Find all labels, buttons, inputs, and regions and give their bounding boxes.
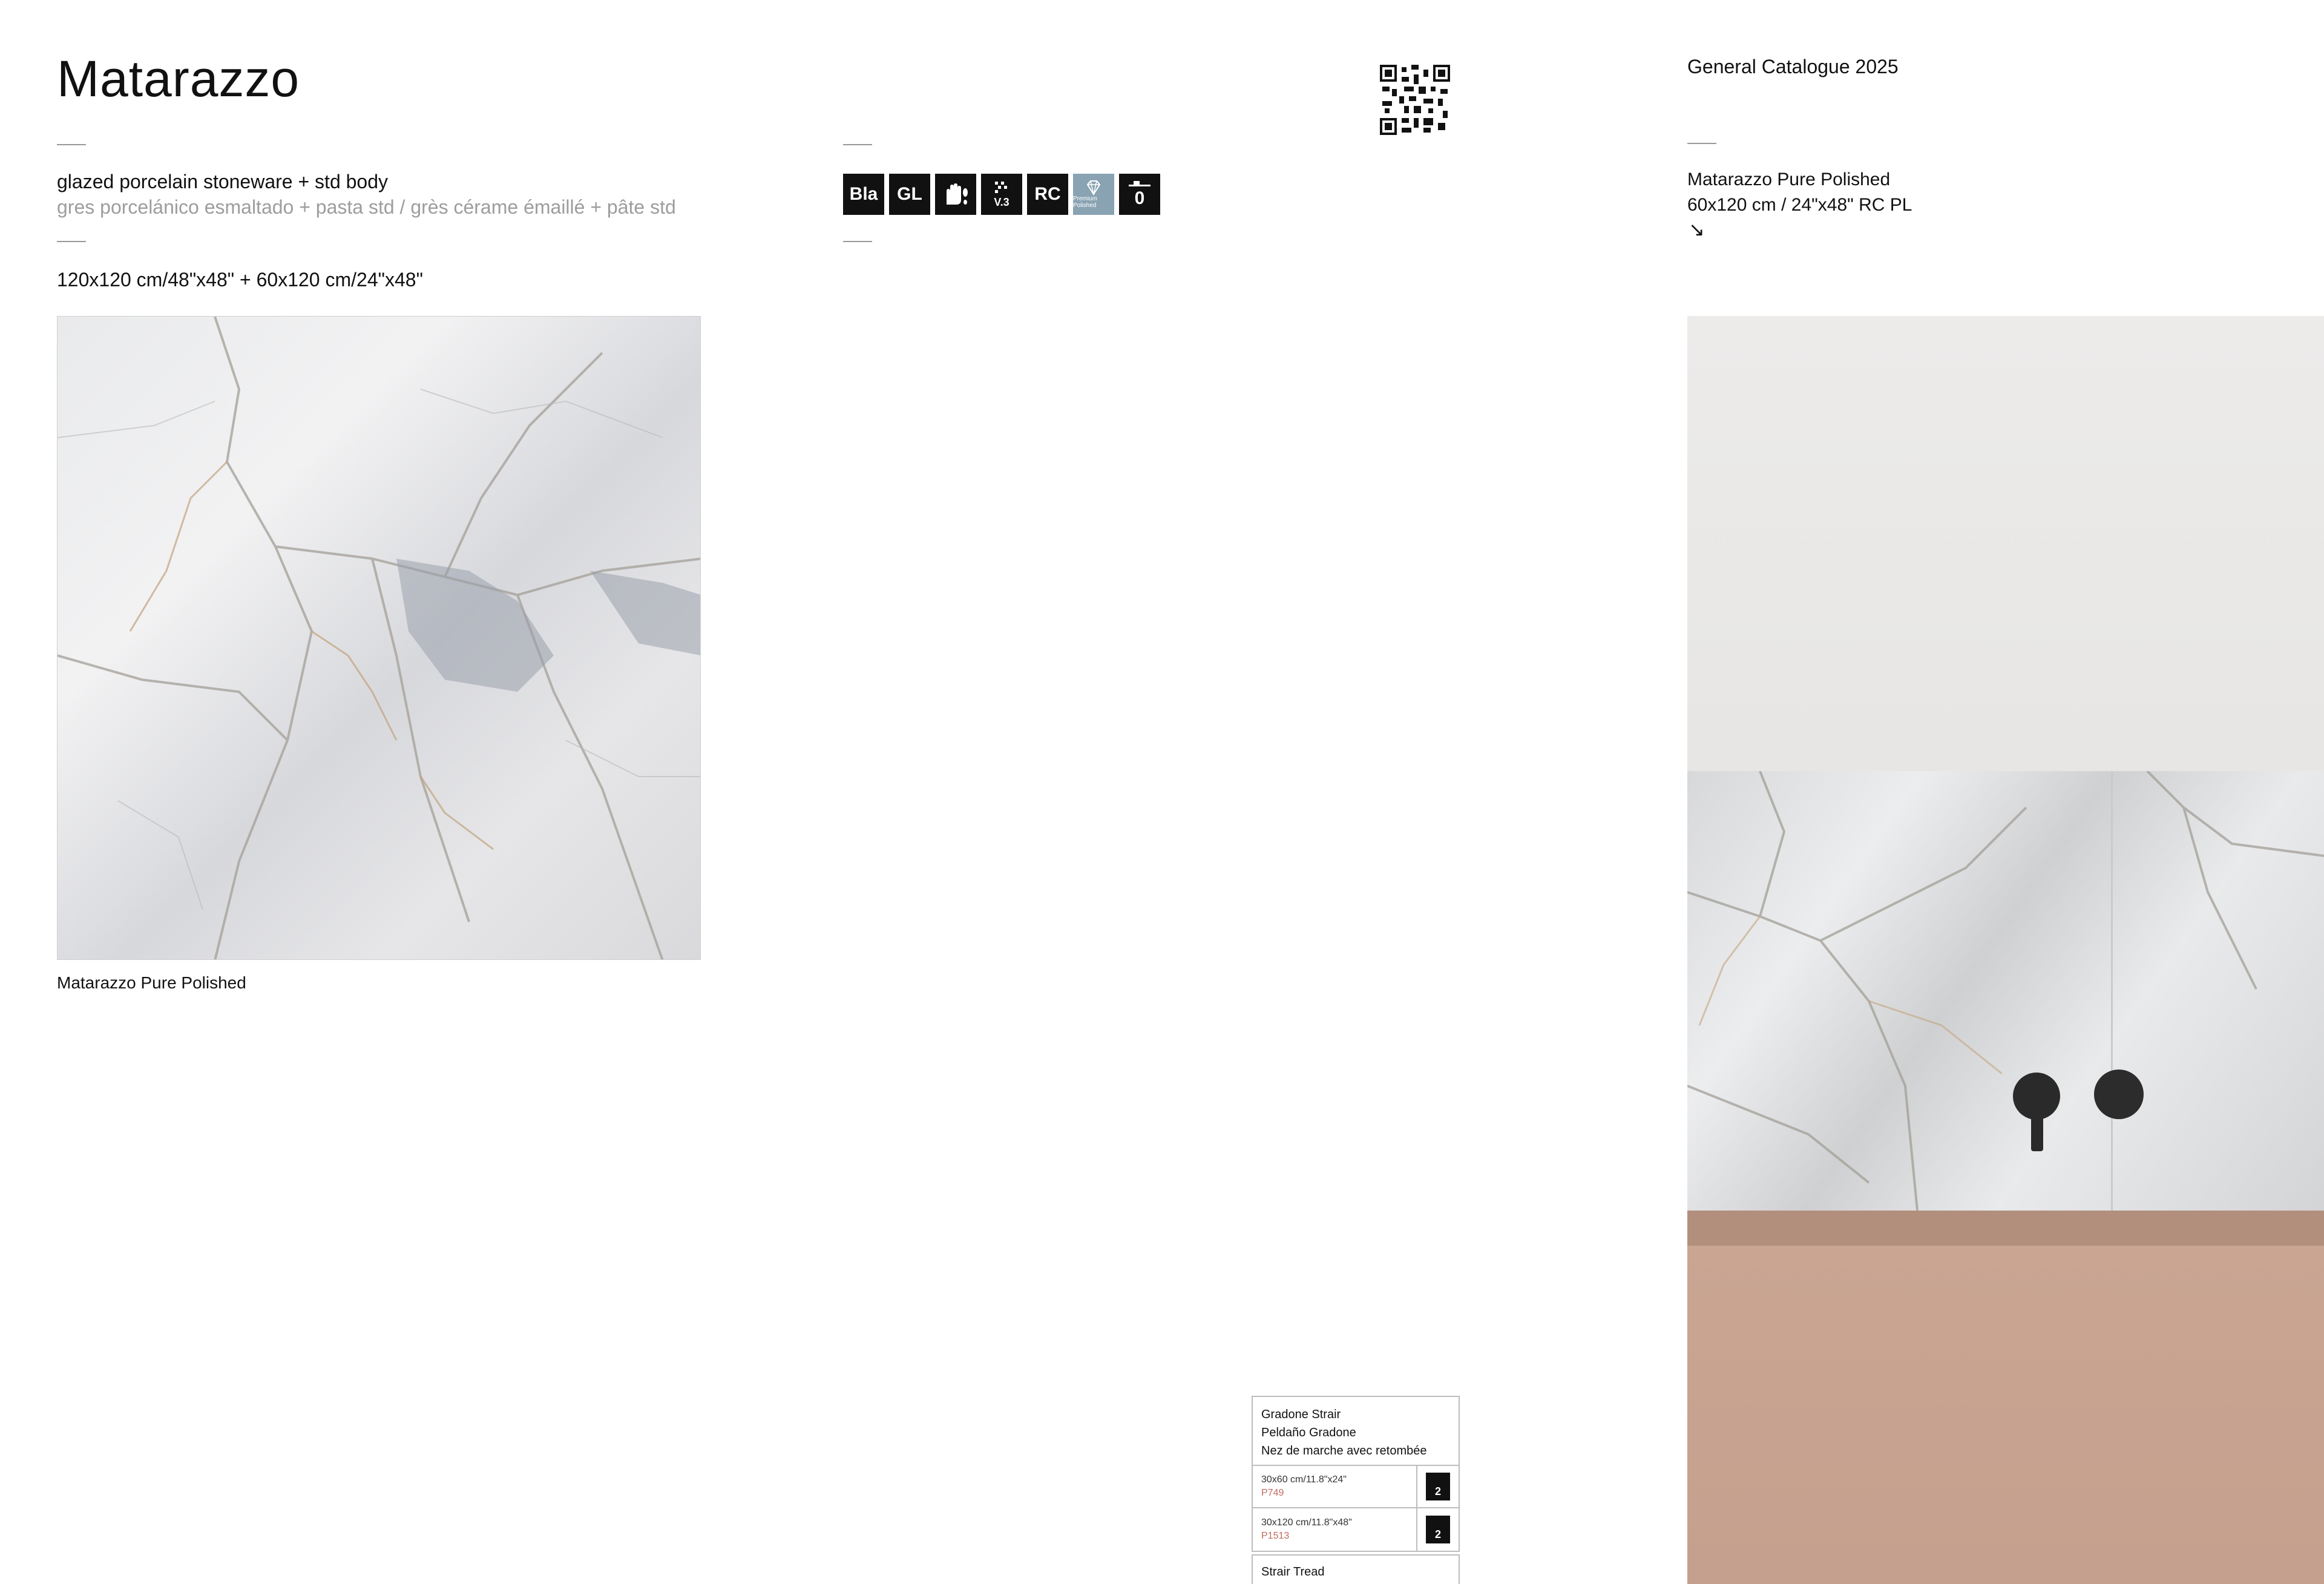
gl-icon: GL xyxy=(889,174,930,215)
tile-caption: Matarazzo Pure Polished xyxy=(57,973,246,992)
trim-code: P749 xyxy=(1261,1488,1284,1498)
description-en: glazed porcelain stoneware + std body xyxy=(57,171,389,192)
technical-icons: Bla GL V.3 RC Premium Polished 0 xyxy=(843,174,1160,215)
trim-size: 30x120 cm/11.8"x48" xyxy=(1261,1517,1352,1528)
divider xyxy=(843,144,872,145)
arrow-down-right-icon: ↘ xyxy=(1689,219,1705,240)
pack-icon: 2 xyxy=(1426,1516,1450,1543)
trim-table-2-header: Strair Tread xyxy=(1261,1565,1325,1579)
table-row: 30x60 cm/11.8"x24" P749 2 xyxy=(1253,1465,1459,1508)
divider xyxy=(57,144,86,145)
pack-icon: 2 xyxy=(1426,1473,1450,1500)
trim-table-2: Strair Tread xyxy=(1252,1554,1460,1584)
faucet-icon xyxy=(2013,1073,2060,1120)
tile-image xyxy=(57,316,701,960)
table-row: 30x120 cm/11.8"x48" P1513 2 xyxy=(1253,1508,1459,1551)
marble-wall-tiles xyxy=(1687,770,2324,1211)
trim-code: P1513 xyxy=(1261,1531,1290,1541)
trim-title-es: Peldaño Gradone xyxy=(1261,1426,1356,1439)
rc-icon: RC xyxy=(1027,174,1068,215)
basin xyxy=(1687,1211,2324,1584)
trim-table: Gradone Strair Peldaño Gradone Nez de ma… xyxy=(1252,1396,1460,1552)
bla-icon: Bla xyxy=(843,174,884,215)
cell-divider xyxy=(1416,1465,1417,1508)
divider xyxy=(843,241,872,242)
tile-seam xyxy=(2111,771,2113,1211)
faucet-handle-icon xyxy=(2094,1070,2144,1119)
ambience-photo xyxy=(1687,316,2324,1584)
product-reference-size: 60x120 cm / 24"x48" RC PL xyxy=(1687,195,1912,215)
wall xyxy=(1687,316,2324,771)
divider xyxy=(1687,143,1716,144)
trim-title-it: Gradone Strair xyxy=(1261,1408,1341,1421)
trim-table-header: Gradone Strair Peldaño Gradone Nez de ma… xyxy=(1253,1397,1459,1466)
qr-code-icon[interactable] xyxy=(1380,65,1450,135)
basin-rim xyxy=(1687,1211,2324,1246)
trim-title-fr: Nez de marche avec retombée xyxy=(1261,1444,1427,1457)
premium-polished-icon: Premium Polished xyxy=(1073,174,1114,215)
variation-icon: V.3 xyxy=(981,174,1022,215)
divider xyxy=(57,241,86,242)
trim-size: 30x60 cm/11.8"x24" xyxy=(1261,1474,1347,1485)
page-title: Matarazzo xyxy=(57,50,300,107)
cell-divider xyxy=(1416,1508,1417,1551)
thickness-icon: 0 xyxy=(1119,174,1160,215)
touch-icon xyxy=(935,174,976,215)
description-es-fr: gres porcelánico esmaltado + pasta std /… xyxy=(57,196,676,218)
product-reference-name: Matarazzo Pure Polished xyxy=(1687,169,1891,189)
format-sizes: 120x120 cm/48"x48" + 60x120 cm/24"x48" xyxy=(57,269,423,291)
catalogue-title: General Catalogue 2025 xyxy=(1687,56,1899,77)
